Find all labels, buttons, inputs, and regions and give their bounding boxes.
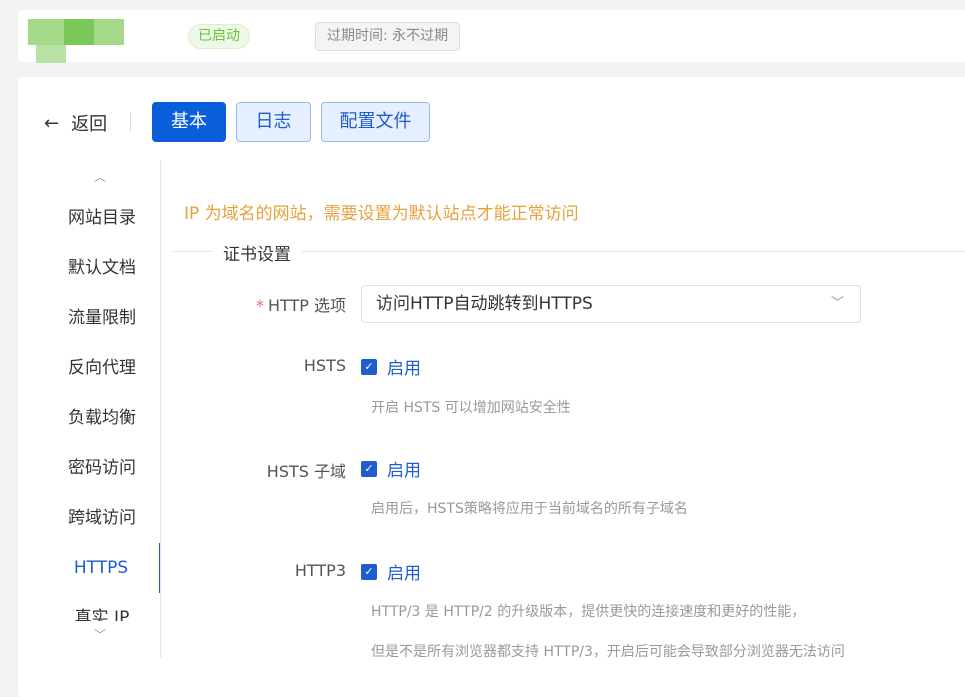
http-option-select[interactable]: 访问HTTP自动跳转到HTTPS ﹀ — [361, 285, 861, 323]
http-option-label: * HTTP 选项 — [255, 296, 346, 315]
back-button[interactable]: ← 返回 — [44, 110, 107, 136]
checkmark-icon: ✓ — [361, 358, 377, 375]
hsts-subdomain-description: 启用后，HSTS策略将应用于当前域名的所有子域名 — [371, 501, 688, 517]
hsts-subdomain-label: HSTS 子域 — [266, 462, 346, 481]
hsts-subdomain-checkbox[interactable]: ✓ 启用 — [361, 456, 421, 481]
checkmark-icon: ✓ — [361, 563, 377, 580]
sidebar-item-cors[interactable]: 跨域访问 — [18, 493, 160, 543]
sidebar-item-load-balance[interactable]: 负载均衡 — [18, 393, 160, 443]
tab-basic[interactable]: 基本 — [152, 102, 226, 142]
chevron-up-icon[interactable]: ︿ — [94, 168, 106, 185]
chevron-down-icon[interactable]: ﹀ — [94, 626, 107, 643]
back-label: 返回 — [71, 114, 108, 135]
status-badge: 已启动 — [188, 24, 250, 49]
hsts-label: HSTS — [303, 356, 346, 375]
hsts-description: 开启 HSTS 可以增加网站安全性 — [371, 400, 571, 416]
sidebar-item-default-doc[interactable]: 默认文档 — [18, 243, 160, 293]
sidebar-item-https[interactable]: HTTPS — [18, 543, 160, 593]
tab-config-file[interactable]: 配置文件 — [321, 102, 430, 142]
section-title: 证书设置 — [212, 240, 302, 265]
http-option-value: 访问HTTP自动跳转到HTTPS — [376, 294, 593, 314]
default-site-warning: IP 为域名的网站，需要设置为默认站点才能正常访问 — [184, 204, 579, 224]
http3-label: HTTP3 — [294, 561, 346, 580]
arrow-left-icon: ← — [44, 112, 60, 134]
sidebar: ︿ 网站目录 默认文档 流量限制 反向代理 负载均衡 密码访问 跨域访问 HTT… — [18, 160, 161, 658]
hsts-checkbox[interactable]: ✓ 启用 — [361, 354, 421, 379]
tab-logs[interactable]: 日志 — [236, 102, 311, 142]
divider — [130, 112, 131, 132]
sidebar-item-real-ip[interactable]: 真实 IP — [18, 593, 160, 621]
sidebar-item-password-access[interactable]: 密码访问 — [18, 443, 160, 493]
site-header-card: 已启动 过期时间: 永不过期 — [18, 10, 965, 63]
http3-description-2: 但是不是所有浏览器都支持 HTTP/3，开启后可能会导致部分浏览器无法访问 — [371, 644, 845, 660]
chevron-down-icon: ﹀ — [830, 296, 844, 311]
site-logo-icon — [28, 19, 128, 63]
sidebar-item-traffic-limit[interactable]: 流量限制 — [18, 293, 160, 343]
checkmark-icon: ✓ — [361, 460, 377, 477]
sidebar-item-site-dir[interactable]: 网站目录 — [18, 193, 160, 243]
http3-description-1: HTTP/3 是 HTTP/2 的升级版本，提供更快的连接速度和更好的性能， — [371, 604, 806, 620]
expire-time-tag: 过期时间: 永不过期 — [315, 22, 461, 51]
sidebar-item-reverse-proxy[interactable]: 反向代理 — [18, 343, 160, 393]
http3-checkbox[interactable]: ✓ 启用 — [361, 559, 421, 584]
